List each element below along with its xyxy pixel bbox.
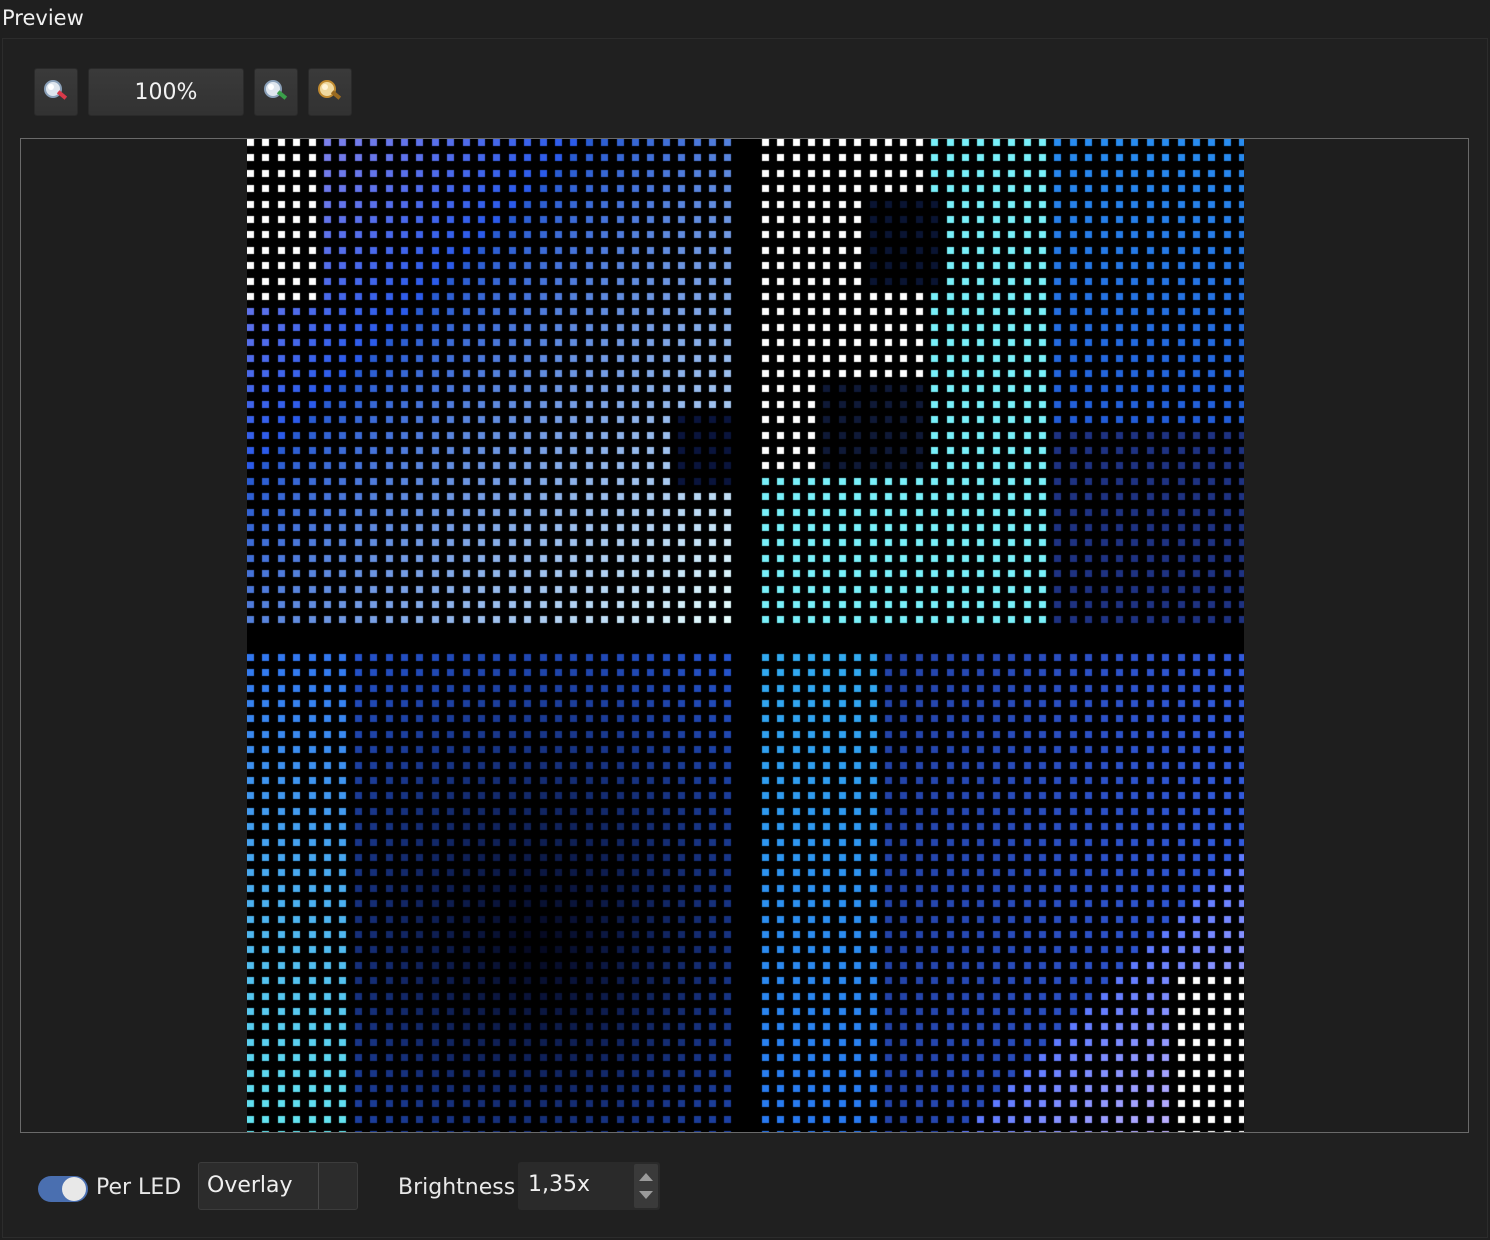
zoom-fit-icon xyxy=(318,80,342,100)
per-led-toggle[interactable] xyxy=(38,1176,88,1202)
brightness-spinbox[interactable]: 1,35x xyxy=(518,1162,660,1210)
zoom-in-icon xyxy=(264,80,288,100)
per-led-label: Per LED xyxy=(96,1175,182,1200)
dropdown-separator xyxy=(318,1163,319,1209)
mode-value: Overlay xyxy=(207,1173,293,1198)
zoom-level-field[interactable]: 100% xyxy=(88,68,244,116)
led-preview-viewport[interactable] xyxy=(20,138,1469,1133)
zoom-fit-button[interactable] xyxy=(308,68,352,116)
mode-dropdown[interactable]: Overlay xyxy=(198,1162,358,1210)
led-matrix-preview xyxy=(247,139,1244,1132)
panel-title: Preview xyxy=(2,6,84,30)
zoom-out-button[interactable] xyxy=(34,68,78,116)
spin-up-icon[interactable] xyxy=(639,1173,653,1181)
zoom-in-button[interactable] xyxy=(254,68,298,116)
spin-down-icon[interactable] xyxy=(639,1191,653,1199)
zoom-out-icon xyxy=(44,80,68,100)
brightness-value: 1,35x xyxy=(528,1172,591,1197)
spin-arrows[interactable] xyxy=(634,1164,658,1208)
toggle-knob xyxy=(62,1177,86,1201)
brightness-label: Brightness xyxy=(398,1175,516,1200)
